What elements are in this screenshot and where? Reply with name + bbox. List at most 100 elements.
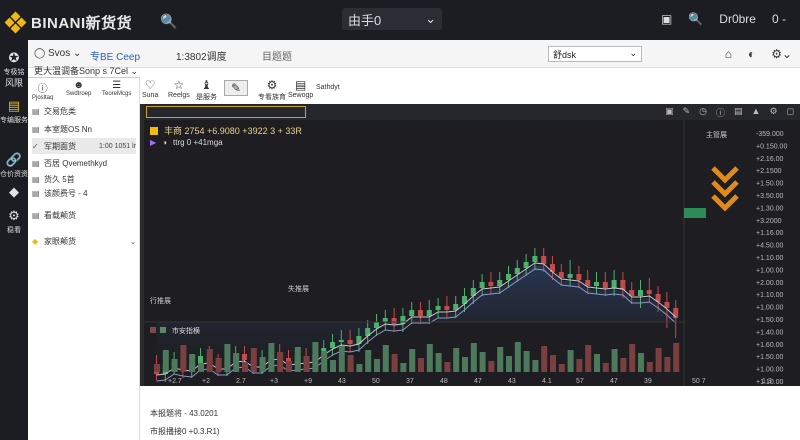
theme-icon[interactable]: ◐ [748, 47, 755, 61]
chart-tools-toolbar: ♡ Suna ☆ Reelgs ♝ 是服务 ✎ ⚙ 专看族育 ▤ Sewogp … [140, 76, 800, 104]
top-bar: BINANI新货货 🔍 由手0 ⌄ ▣ 🔍 Dr0bre 0 - [0, 0, 800, 40]
user-name[interactable]: Dr0bre [719, 12, 756, 26]
volume-bar [312, 342, 319, 372]
list-item[interactable]: ▤ 交易危类 [32, 106, 136, 117]
pair-selector[interactable]: ◯ Svos ⌄ [34, 48, 81, 59]
x-axis-label: 39 [644, 378, 652, 385]
volume-bar [224, 344, 231, 372]
volume-bar [611, 349, 618, 372]
rail-item-services[interactable]: ▤ 专编服务 [0, 98, 28, 125]
volume-bar [400, 363, 407, 372]
volume-bar [356, 364, 363, 372]
x-axis-label: 4.1 [542, 378, 552, 385]
footer-stat-2: 市报播接0 +0.3.R1) [150, 427, 220, 436]
candle-body [426, 310, 432, 316]
y-axis-label: +3.50.00 [756, 193, 784, 200]
pair-label: Svos [47, 48, 71, 59]
rail-item-label: 风限 [4, 78, 23, 88]
volume-bar [576, 359, 583, 372]
list-item-active[interactable]: ✓ 军期面货 1:00 1051 lr [32, 138, 136, 154]
chevron-down-icon: ⌄ [425, 11, 436, 26]
top-center-select[interactable]: 由手0 ⌄ [342, 8, 442, 30]
volume-bar [409, 349, 416, 372]
tool-drawing[interactable]: ✎ [224, 80, 248, 96]
y-axis-label: +1.00.00 [756, 367, 784, 374]
breadcrumb[interactable]: 更大温调备Sonp s 7Cel ⌄ [28, 64, 140, 78]
orders-icon[interactable]: ▣ [661, 12, 672, 26]
x-axis-label: +2 [202, 378, 210, 385]
left-rail: ✪ 专极铭 风限 ▤ 专编服务 🔗 仓价资资 ◆ ⚙ 稳看 [0, 40, 28, 440]
candle-body [435, 306, 441, 310]
list-item[interactable]: ▤ 本室题OS Nn [32, 124, 136, 135]
list-item[interactable]: ▤ 货久 5首 [32, 174, 136, 185]
person-icon: ☻ [73, 80, 84, 91]
candle-body [611, 280, 617, 288]
list-item[interactable]: ▤ 看载颠货 [32, 210, 136, 221]
tab-positions[interactable]: ⓘ Pjosltaq [32, 80, 53, 101]
volume-bar [479, 352, 486, 372]
candle-body [567, 274, 573, 278]
volume-swatch [159, 327, 166, 333]
list-item[interactable]: ▤ 否居 Qvemethkyd [32, 158, 136, 169]
tool-label: Suna [142, 92, 159, 99]
volume-bar [391, 354, 398, 372]
volume-bar [426, 344, 433, 372]
rail-item-assets[interactable]: 🔗 仓价资资 [0, 152, 28, 179]
price-chart[interactable]: ▣ ✎ ◷ ⓘ ▤ ▲ ⚙ ◻ 丰商 2754 +6.9080 +3922 3 … [144, 104, 800, 386]
account-menu[interactable]: 0 - [772, 12, 786, 26]
tab-strategy[interactable]: ☻ Swdtroep [66, 80, 91, 97]
volume-bar [435, 353, 442, 372]
rail-item-favorites[interactable]: ✪ 专极铭 [0, 50, 28, 77]
home-icon[interactable]: ⌂ [725, 47, 732, 61]
interval-select[interactable]: 舒dsk ⌄ [548, 46, 642, 62]
tool-sewogp[interactable]: ▤ Sewogp [288, 78, 313, 99]
search-icon[interactable]: 🔍 [160, 13, 177, 30]
volume-bar [286, 361, 292, 372]
list-item-label: 交易危类 [44, 107, 76, 116]
tool-heart[interactable]: ♡ Suna [142, 78, 158, 99]
settings-icon[interactable]: ⚙⌄ [771, 47, 792, 61]
volume-legend: 市安指横 [150, 326, 200, 336]
candle-body [576, 274, 582, 280]
volume-bar [462, 357, 468, 372]
tool-rules[interactable]: ☆ Reelgs [168, 78, 190, 99]
y-axis-label: +1.40.00 [756, 329, 784, 336]
y-axis-label: +1.10.00 [756, 379, 784, 386]
users-icon: ♝ [201, 78, 212, 92]
x-axis-label: +9 [304, 378, 312, 385]
candle-body [409, 310, 415, 316]
volume-bar [558, 364, 565, 372]
y-axis-label: -359.000 [756, 131, 784, 138]
volume-bar [585, 345, 592, 372]
candle-body [523, 262, 529, 268]
chevron-down-icon: ⌄ [130, 66, 139, 76]
y-axis-label: +2.00.00 [756, 280, 784, 287]
volume-bar [550, 355, 556, 372]
list-item[interactable]: ▤ 该颜费号 - 4 [32, 188, 136, 199]
y-axis-label: +1.10.00 [756, 255, 784, 262]
list-item-collapsible[interactable]: ◆ 家眼颠货 ⌄ [32, 236, 136, 247]
candle-body [198, 356, 203, 364]
y-axis-label: +1.60.00 [756, 342, 784, 349]
rail-item-limits[interactable]: 风限 [0, 76, 28, 90]
volume-bar [602, 363, 609, 372]
rail-item-diamond[interactable]: ◆ [0, 184, 28, 201]
star-icon: ✪ [8, 50, 20, 65]
tool-education[interactable]: ⚙ 专看族育 [258, 78, 286, 102]
brand-logo[interactable]: BINANI新货货 [4, 11, 132, 33]
market-stat-2: 目题题 [262, 52, 292, 63]
volume-bar [514, 342, 521, 372]
tool-service[interactable]: ♝ 是服务 [196, 78, 217, 102]
y-axis-label: +4.50.00 [756, 243, 784, 250]
candle-body [418, 310, 423, 316]
market-link[interactable]: 专BE Ceep [90, 48, 140, 63]
tool-label: Reelgs [168, 92, 190, 99]
doc-icon: ▤ [32, 175, 40, 184]
tool-sathdyt[interactable]: Sathdyt [316, 84, 340, 91]
footer-stat-1: 本报题将 - 43.0201 [150, 409, 219, 418]
y-axis-label: +3.2000 [756, 218, 782, 225]
rail-item-settings[interactable]: ⚙ 稳看 [0, 208, 28, 235]
tab-trademoves[interactable]: ☰ TeoreMcgs [102, 80, 131, 97]
tab-label: Swdtroep [66, 91, 92, 97]
search-icon[interactable]: 🔍 [688, 12, 703, 26]
